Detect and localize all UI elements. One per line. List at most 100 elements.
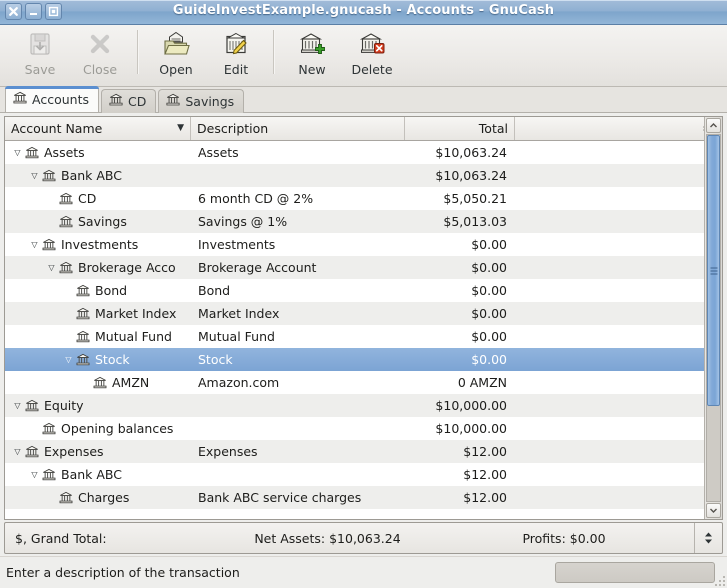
- expander-twisty-open-icon[interactable]: ▽: [11, 149, 24, 157]
- expander-twisty-open-icon[interactable]: ▽: [28, 172, 41, 180]
- table-row[interactable]: ChargesBank ABC service charges$12.00: [5, 486, 705, 509]
- table-row[interactable]: AMZN Amazon.com0 AMZN: [5, 371, 705, 394]
- bank-icon: [75, 330, 91, 344]
- tab-savings[interactable]: Savings: [158, 89, 244, 113]
- account-name-label: Expenses: [44, 444, 104, 459]
- chevron-down-icon: [709, 506, 718, 515]
- edit-pencil-icon: [221, 29, 251, 59]
- tab-cd[interactable]: CD: [101, 89, 156, 113]
- column-header-total[interactable]: Total: [405, 117, 515, 140]
- account-name-label: Brokerage Acco: [78, 260, 176, 275]
- cell-description: Brokerage Account: [191, 260, 405, 275]
- cell-account-name: Mutual Fund: [5, 329, 191, 344]
- table-row[interactable]: ▽Equity$10,000.00: [5, 394, 705, 417]
- new-label: New: [298, 62, 325, 77]
- cell-account-name: AMZN: [5, 375, 191, 390]
- edit-button[interactable]: Edit: [206, 25, 266, 83]
- toolbar-separator-1: [137, 30, 139, 74]
- cell-total: $5,050.21: [405, 191, 515, 206]
- cell-description: 6 month CD @ 2%: [191, 191, 405, 206]
- expander-twisty-open-icon[interactable]: ▽: [45, 264, 58, 272]
- table-row[interactable]: ▽AssetsAssets$10,063.24: [5, 141, 705, 164]
- table-row[interactable]: SavingsSavings @ 1%$5,013.03: [5, 210, 705, 233]
- column-header-total-label: Total: [479, 121, 508, 136]
- open-button[interactable]: Open: [146, 25, 206, 83]
- toolbar-separator-2: [273, 30, 275, 74]
- delete-account-button[interactable]: Delete: [342, 25, 402, 83]
- table-row[interactable]: ▽StockStock$0.00: [5, 348, 705, 371]
- scrollbar-grip-icon: [710, 268, 717, 273]
- cell-account-name: ▽Assets: [5, 145, 191, 160]
- cell-total: $10,063.24: [405, 145, 515, 160]
- scroll-up-button[interactable]: [706, 118, 721, 133]
- table-row[interactable]: Mutual FundMutual Fund$0.00: [5, 325, 705, 348]
- table-row[interactable]: ▽Brokerage AccoBrokerage Account$0.00: [5, 256, 705, 279]
- expander-twisty-open-icon[interactable]: ▽: [11, 402, 24, 410]
- notebook-tabstrip: Accounts CD Savings: [0, 87, 727, 113]
- table-row[interactable]: ▽ Bank ABC $12.00: [5, 463, 705, 486]
- cell-account-name: Savings: [5, 214, 191, 229]
- bank-icon: [109, 93, 123, 110]
- account-name-label: CD: [78, 191, 96, 206]
- bank-icon: [24, 445, 40, 459]
- tab-accounts[interactable]: Accounts: [5, 86, 99, 112]
- column-header-account-name[interactable]: Account Name ▼: [5, 117, 191, 140]
- save-label: Save: [25, 62, 56, 77]
- column-header-spacer[interactable]: [515, 117, 722, 140]
- new-account-button[interactable]: New: [282, 25, 342, 83]
- table-row[interactable]: Opening balances$10,000.00: [5, 417, 705, 440]
- accounts-tree: Account Name ▼ Description Total: [4, 116, 723, 520]
- cell-total: 0 AMZN: [405, 375, 515, 390]
- save-button[interactable]: Save: [10, 25, 70, 83]
- cell-account-name: CD: [5, 191, 191, 206]
- cell-total: $0.00: [405, 283, 515, 298]
- column-header-description[interactable]: Description: [191, 117, 405, 140]
- cell-description: Amazon.com: [191, 375, 405, 390]
- cell-description: Savings @ 1%: [191, 214, 405, 229]
- cell-account-name: Opening balances: [5, 421, 191, 436]
- account-name-label: AMZN: [112, 375, 149, 390]
- table-row[interactable]: BondBond$0.00: [5, 279, 705, 302]
- gnucash-window: GuideInvestExample.gnucash - Accounts - …: [0, 0, 727, 588]
- tree-rows-container[interactable]: ▽AssetsAssets$10,063.24▽Bank ABC$10,063.…: [5, 141, 705, 519]
- tree-header-row: Account Name ▼ Description Total: [5, 117, 722, 141]
- bank-icon: [24, 399, 40, 413]
- cell-account-name: Charges: [5, 490, 191, 505]
- expander-twisty-open-icon[interactable]: ▽: [28, 471, 41, 479]
- bank-icon: [58, 215, 74, 229]
- account-name-label: Bank ABC: [61, 467, 122, 482]
- bank-icon: [41, 169, 57, 183]
- expander-twisty-open-icon[interactable]: ▽: [28, 241, 41, 249]
- cell-total: $0.00: [405, 306, 515, 321]
- status-bar: Enter a description of the transaction: [0, 556, 727, 588]
- cell-account-name: ▽Stock: [5, 352, 191, 367]
- scrollbar-track[interactable]: [706, 134, 721, 502]
- cell-description: Assets: [191, 145, 405, 160]
- cell-account-name: ▽ Expenses: [5, 444, 191, 459]
- expander-twisty-open-icon[interactable]: ▽: [62, 356, 75, 364]
- table-row[interactable]: CD 6 month CD @ 2%$5,050.21: [5, 187, 705, 210]
- expander-twisty-open-icon[interactable]: ▽: [11, 448, 24, 456]
- account-name-label: Investments: [61, 237, 138, 252]
- cell-description: Bond: [191, 283, 405, 298]
- cell-account-name: ▽Equity: [5, 398, 191, 413]
- net-assets-value: Net Assets: $10,063.24: [221, 531, 434, 546]
- cell-account-name: ▽ Brokerage Acco: [5, 260, 191, 275]
- close-tab-button[interactable]: Close: [70, 25, 130, 83]
- resize-grip-icon[interactable]: [712, 573, 725, 586]
- scrollbar-thumb[interactable]: [707, 135, 720, 406]
- tree-vertical-scrollbar[interactable]: [704, 117, 722, 519]
- grand-total-label: $, Grand Total:: [5, 531, 221, 546]
- cell-account-name: Market Index: [5, 306, 191, 321]
- cell-total: $12.00: [405, 490, 515, 505]
- table-row[interactable]: Market IndexMarket Index$0.00: [5, 302, 705, 325]
- table-row[interactable]: ▽InvestmentsInvestments$0.00: [5, 233, 705, 256]
- column-header-account-name-label: Account Name: [11, 121, 102, 136]
- table-row[interactable]: ▽ExpensesExpenses$12.00: [5, 440, 705, 463]
- cell-description: Investments: [191, 237, 405, 252]
- scroll-down-button[interactable]: [706, 503, 721, 518]
- cell-total: $12.00: [405, 467, 515, 482]
- table-row[interactable]: ▽Bank ABC$10,063.24: [5, 164, 705, 187]
- summary-page-spinner[interactable]: [694, 523, 722, 553]
- bank-icon: [41, 468, 57, 482]
